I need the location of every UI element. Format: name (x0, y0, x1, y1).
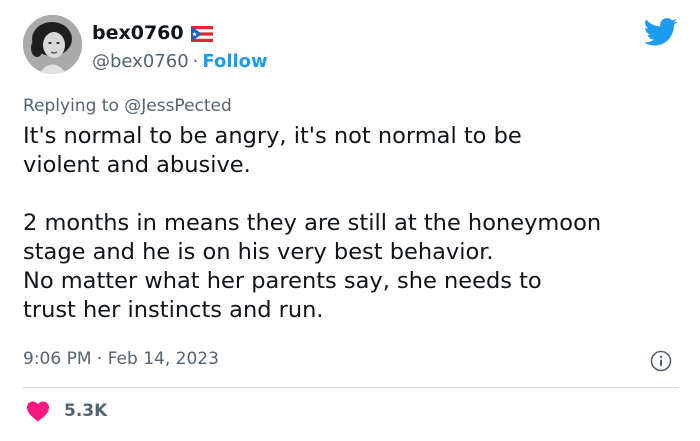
like-count: 5.3K (64, 401, 108, 421)
handle-row: @bex0760 · Follow (92, 51, 268, 72)
tweet-card: bex0760 @bex0760 · Follow Replying to @Jes… (0, 0, 700, 441)
replying-to-label: Replying to (23, 96, 119, 116)
like-button[interactable]: 5.3K (26, 400, 107, 422)
puerto-rico-flag-icon (190, 25, 213, 43)
info-icon[interactable] (650, 350, 672, 372)
tweet-timestamp[interactable]: 9:06 PM · Feb 14, 2023 (23, 349, 219, 369)
heart-icon[interactable] (26, 400, 50, 422)
twitter-bird-icon[interactable] (643, 18, 678, 46)
reply-handle-link[interactable]: @JessPected (124, 96, 232, 116)
replying-to: Replying to @JessPected (23, 96, 232, 116)
divider (23, 387, 678, 388)
user-handle[interactable]: @bex0760 (92, 51, 189, 72)
display-name[interactable]: bex0760 (92, 22, 213, 44)
avatar[interactable] (23, 15, 82, 74)
tweet-text: It's normal to be angry, it's not normal… (23, 123, 602, 323)
display-name-text[interactable]: bex0760 (92, 22, 184, 44)
separator-dot: · (192, 51, 199, 72)
follow-button[interactable]: Follow (202, 51, 267, 72)
